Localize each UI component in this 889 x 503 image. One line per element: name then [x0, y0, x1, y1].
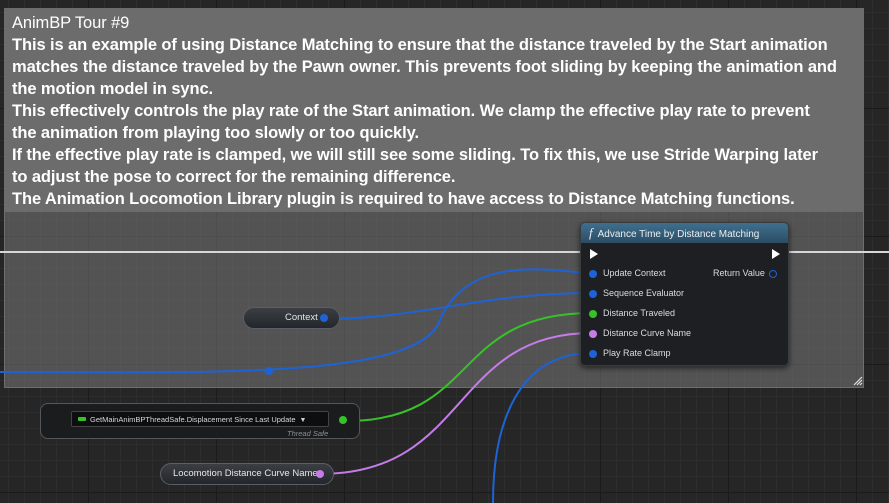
curve-name-label: Locomotion Distance Curve Name [173, 468, 318, 479]
wire-play-rate-clamp [492, 352, 593, 503]
wire-sequence-evaluator [324, 292, 593, 320]
node-title: Advance Time by Distance Matching [597, 229, 760, 240]
pin-distance-curve-name[interactable]: Distance Curve Name [589, 328, 691, 338]
name-pin-icon [589, 329, 597, 338]
exec-in-pin[interactable] [590, 249, 598, 259]
pin-sequence-evaluator[interactable]: Sequence Evaluator [589, 288, 684, 298]
node-header: f Advance Time by Distance Matching [581, 223, 788, 243]
struct-pin-icon [589, 289, 597, 298]
pin-distance-traveled[interactable]: Distance Traveled [589, 308, 675, 318]
function-icon: f [589, 225, 593, 240]
float-pin-icon[interactable] [339, 416, 347, 424]
struct-pin-icon [589, 349, 597, 358]
locomotion-distance-curve-name-node[interactable]: Locomotion Distance Curve Name [160, 463, 334, 485]
exec-out-pin[interactable] [772, 249, 780, 259]
name-pin-icon[interactable] [316, 470, 324, 478]
context-node[interactable]: Context [243, 307, 340, 329]
pin-return-value[interactable]: Return Value [713, 268, 777, 278]
wire-distance-traveled [345, 312, 593, 422]
context-label: Context [285, 312, 318, 323]
wire-reroute-knot [265, 367, 273, 375]
struct-pin-icon [589, 269, 597, 278]
property-access-field[interactable]: GetMainAnimBPThreadSafe.Displacement Sin… [71, 411, 329, 427]
float-type-icon [78, 417, 86, 421]
pin-update-context[interactable]: Update Context [589, 268, 666, 278]
float-pin-icon [589, 309, 597, 318]
advance-time-by-distance-matching-node[interactable]: f Advance Time by Distance Matching Updat… [580, 222, 789, 366]
wire-distance-curve-name [319, 332, 593, 475]
struct-pin-icon[interactable] [320, 314, 328, 322]
chevron-down-icon: ▼ [299, 417, 307, 424]
thread-safe-tag: Thread Safe [287, 429, 329, 438]
output-pin-icon [768, 269, 777, 278]
pin-play-rate-clamp[interactable]: Play Rate Clamp [589, 348, 671, 358]
thread-safe-getter-node[interactable]: GetMainAnimBPThreadSafe.Displacement Sin… [40, 403, 360, 439]
